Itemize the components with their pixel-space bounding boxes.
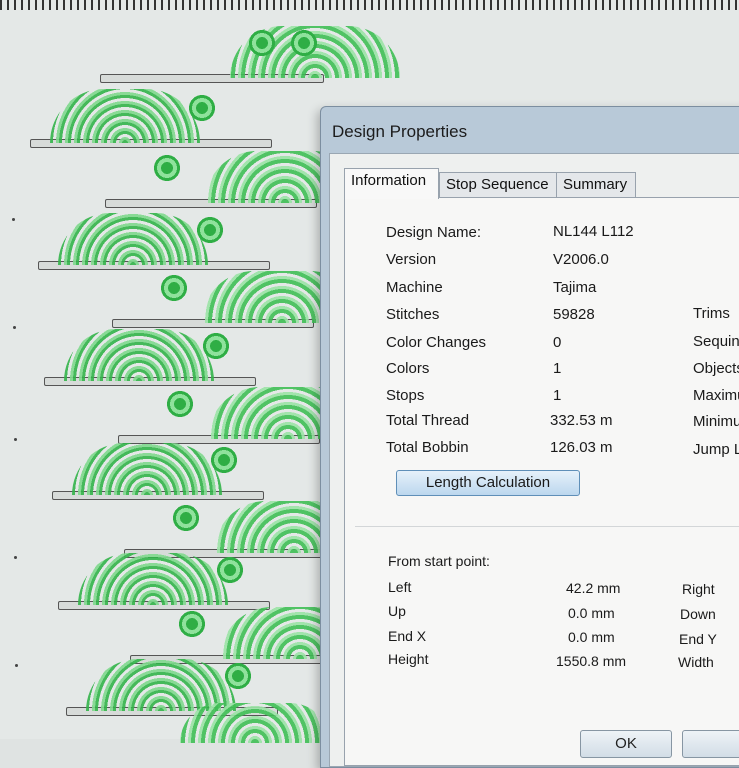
total-thread-label: Total Thread bbox=[386, 412, 470, 429]
embroidery-motif bbox=[112, 266, 362, 328]
from-start-heading: From start point: bbox=[388, 553, 490, 569]
design-name-value: NL144 L112 bbox=[553, 223, 634, 240]
maximum-label: Maximum bbox=[693, 387, 739, 404]
information-panel: Design Name: NL144 L112 Version V2006.0 … bbox=[344, 197, 739, 766]
embroidery-motif bbox=[100, 21, 400, 83]
stitches-value: 59828 bbox=[553, 306, 595, 323]
height-value: 1550.8 mm bbox=[556, 653, 627, 669]
ok-button[interactable]: OK bbox=[580, 730, 672, 758]
design-properties-dialog: Design Properties Information Stop Seque… bbox=[320, 106, 739, 768]
objects-label: Objects bbox=[693, 360, 739, 377]
end-y-label: End Y bbox=[679, 631, 717, 647]
minimum-label: Minimum bbox=[693, 413, 739, 430]
down-label: Down bbox=[680, 606, 716, 622]
sequins-label: Sequins bbox=[693, 333, 739, 350]
end-x-label: End X bbox=[388, 628, 427, 644]
version-value: V2006.0 bbox=[553, 251, 609, 268]
stitches-label: Stitches bbox=[386, 306, 440, 323]
embroidery-motif bbox=[160, 703, 330, 748]
length-calculation-button[interactable]: Length Calculation bbox=[396, 470, 580, 496]
trims-label: Trims bbox=[693, 305, 730, 322]
guide-dot bbox=[12, 218, 15, 221]
guide-dot bbox=[13, 326, 16, 329]
tab-stop-sequence[interactable]: Stop Sequence bbox=[439, 172, 560, 197]
left-label: Left bbox=[388, 579, 412, 595]
machine-label: Machine bbox=[386, 279, 443, 296]
machine-value: Tajima bbox=[553, 279, 597, 296]
left-value: 42.2 mm bbox=[566, 580, 621, 596]
end-x-value: 0.0 mm bbox=[568, 629, 615, 645]
guide-dot bbox=[14, 556, 17, 559]
stops-value: 1 bbox=[553, 387, 562, 404]
tab-summary[interactable]: Summary bbox=[556, 172, 636, 197]
height-label: Height bbox=[388, 651, 429, 667]
design-name-label: Design Name: bbox=[386, 224, 482, 241]
total-bobbin-label: Total Bobbin bbox=[386, 439, 469, 456]
embroidery-motif bbox=[52, 438, 302, 500]
color-changes-label: Color Changes bbox=[386, 334, 487, 351]
top-ruler bbox=[0, 0, 739, 10]
right-label: Right bbox=[682, 581, 715, 597]
cancel-button[interactable] bbox=[682, 730, 739, 758]
embroidery-motif bbox=[105, 146, 365, 208]
guide-dot bbox=[15, 664, 18, 667]
section-divider bbox=[355, 526, 739, 527]
colors-label: Colors bbox=[386, 360, 430, 377]
colors-value: 1 bbox=[553, 360, 562, 377]
total-bobbin-value: 126.03 m bbox=[550, 439, 613, 456]
total-thread-value: 332.53 m bbox=[550, 412, 613, 429]
version-label: Version bbox=[386, 251, 437, 268]
up-label: Up bbox=[388, 603, 406, 619]
up-value: 0.0 mm bbox=[568, 605, 615, 621]
stops-label: Stops bbox=[386, 387, 425, 404]
tab-information[interactable]: Information bbox=[344, 168, 439, 199]
jump-length-label: Jump Le bbox=[693, 441, 739, 458]
embroidery-motif bbox=[118, 382, 368, 444]
embroidery-motif bbox=[44, 324, 294, 386]
guide-dot bbox=[14, 438, 17, 441]
embroidery-motif bbox=[30, 86, 280, 148]
width-label: Width bbox=[678, 654, 714, 670]
dialog-title: Design Properties bbox=[332, 122, 468, 141]
embroidery-motif bbox=[38, 208, 288, 270]
dialog-body: Information Stop Sequence Summary Design… bbox=[329, 153, 739, 767]
embroidery-motif bbox=[58, 548, 308, 610]
color-changes-value: 0 bbox=[553, 334, 562, 351]
